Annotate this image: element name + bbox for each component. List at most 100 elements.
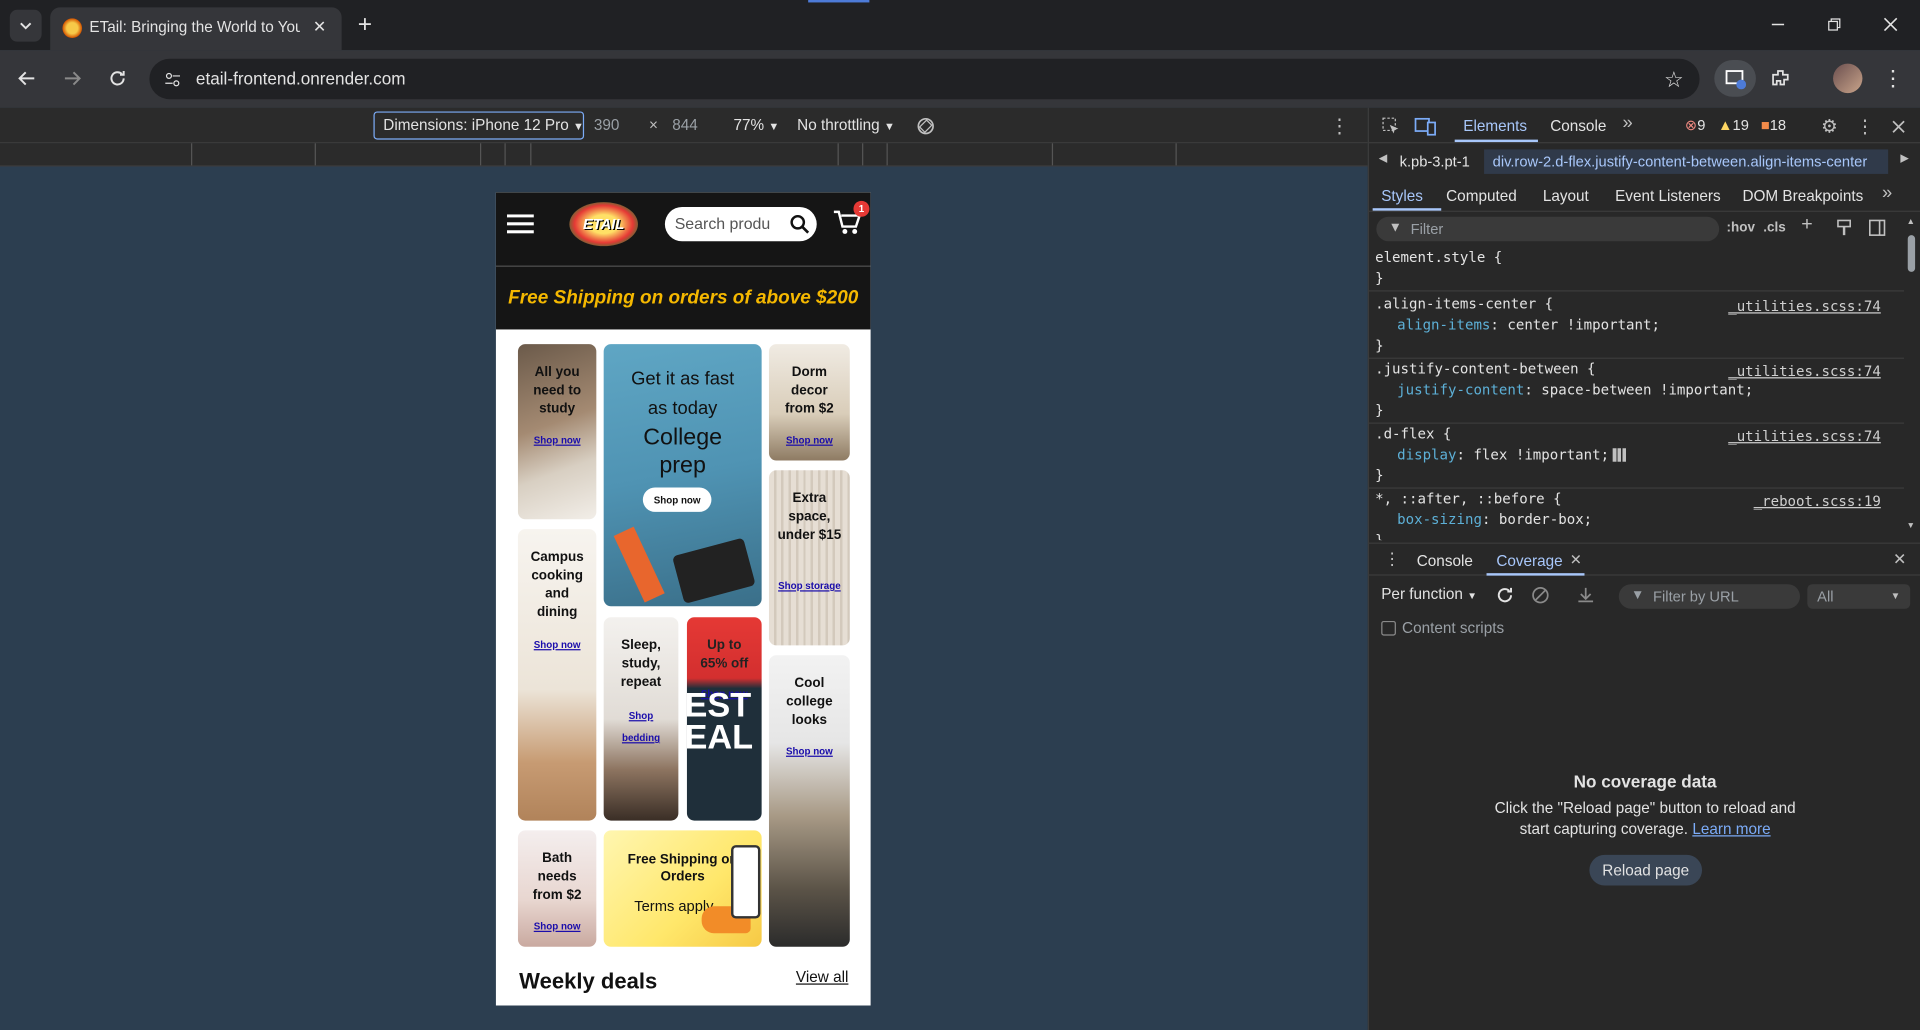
- close-window-icon[interactable]: [1873, 10, 1907, 39]
- rule-source-link[interactable]: _utilities.scss:74: [1728, 363, 1881, 380]
- hamburger-menu-icon[interactable]: [506, 209, 535, 238]
- export-coverage-icon[interactable]: [1573, 583, 1597, 607]
- back-icon[interactable]: [12, 64, 41, 93]
- subtab-styles[interactable]: Styles: [1381, 187, 1423, 204]
- promo-card-study[interactable]: All you need to study Shop now: [517, 344, 597, 520]
- forward-icon[interactable]: [58, 64, 87, 93]
- breadcrumb-left-arrow-icon[interactable]: ◀: [1379, 152, 1387, 165]
- sidebar-toggle-icon[interactable]: [1867, 218, 1887, 238]
- width-input[interactable]: 390: [594, 116, 620, 133]
- drawer-menu-icon[interactable]: ⋮: [1384, 549, 1401, 570]
- device-toggle-icon[interactable]: [1413, 114, 1437, 138]
- site-logo[interactable]: ETAIL: [569, 202, 638, 247]
- promo-link[interactable]: Shop now: [518, 639, 596, 650]
- more-tabs-icon[interactable]: »: [1622, 113, 1632, 134]
- bookmark-star-icon[interactable]: ☆: [1660, 66, 1687, 93]
- subtab-event-listeners[interactable]: Event Listeners: [1615, 187, 1721, 204]
- new-rule-icon[interactable]: +: [1801, 214, 1812, 236]
- promo-link[interactable]: Shop now: [518, 921, 596, 932]
- promo-link[interactable]: Shop now: [518, 435, 596, 446]
- promo-link[interactable]: Shop bedding: [604, 705, 679, 749]
- breadcrumb-current[interactable]: div.row-2.d-flex.justify-content-between…: [1484, 149, 1889, 174]
- warning-count[interactable]: ▲19: [1718, 116, 1749, 133]
- promo-card-dorm[interactable]: Dorm decor from $2 Shop now: [768, 344, 850, 461]
- profile-avatar[interactable]: [1833, 63, 1863, 94]
- close-coverage-icon[interactable]: ✕: [1570, 551, 1582, 568]
- close-drawer-icon[interactable]: ✕: [1893, 550, 1906, 570]
- hov-toggle[interactable]: :hov: [1727, 220, 1755, 235]
- extension-active-icon[interactable]: [1714, 60, 1756, 97]
- reload-icon[interactable]: [103, 64, 132, 93]
- promo-card-storage[interactable]: Extra space, under $15 Shop storage: [768, 470, 850, 646]
- rotate-icon[interactable]: [913, 114, 937, 138]
- paint-brush-icon[interactable]: [1834, 218, 1854, 238]
- styles-filter[interactable]: ▼ Filter: [1376, 216, 1720, 242]
- height-input[interactable]: 844: [672, 116, 698, 133]
- device-select[interactable]: Dimensions: iPhone 12 Pro ▼: [373, 111, 585, 140]
- promo-link[interactable]: Shop now: [769, 435, 850, 446]
- error-count[interactable]: ⊗9: [1685, 116, 1706, 133]
- rule-declaration[interactable]: display: flex !important;: [1397, 446, 1628, 463]
- cls-toggle[interactable]: .cls: [1763, 220, 1785, 235]
- rule-source-link[interactable]: _utilities.scss:74: [1728, 298, 1881, 315]
- zoom-select[interactable]: 77% ▼: [733, 116, 779, 133]
- scroll-up-icon[interactable]: ▲: [1907, 218, 1915, 227]
- inspect-element-icon[interactable]: [1379, 114, 1403, 138]
- address-bar[interactable]: etail-frontend.onrender.com ☆: [149, 58, 1700, 100]
- promo-card-cool-looks[interactable]: Cool college looks Shop now: [768, 655, 850, 947]
- media-query-ruler[interactable]: [0, 143, 1368, 167]
- learn-more-link[interactable]: Learn more: [1692, 821, 1770, 838]
- extensions-puzzle-icon[interactable]: [1763, 61, 1797, 95]
- promo-card-bath[interactable]: Bath needs from $2 Shop now: [517, 830, 597, 947]
- promo-card-campus[interactable]: Campus cooking and dining Shop now: [517, 529, 597, 821]
- content-scripts-checkbox[interactable]: [1381, 620, 1396, 636]
- filter-by-url-input[interactable]: ▼ Filter by URL: [1618, 584, 1801, 609]
- rule-selector[interactable]: .justify-content-between {: [1375, 360, 1595, 377]
- rule-declaration[interactable]: box-sizing: border-box;: [1397, 511, 1592, 528]
- subtab-computed[interactable]: Computed: [1446, 187, 1517, 204]
- active-tab[interactable]: ETail: Bringing the World to You ✕: [50, 7, 342, 51]
- new-tab-button[interactable]: +: [350, 10, 379, 39]
- subtab-layout[interactable]: Layout: [1543, 187, 1589, 204]
- search-input[interactable]: Search produ: [664, 206, 817, 242]
- device-more-icon[interactable]: ⋮: [1327, 114, 1351, 138]
- rule-source-link[interactable]: _reboot.scss:19: [1754, 492, 1881, 509]
- type-filter-select[interactable]: All ▼: [1807, 584, 1911, 609]
- site-info-icon[interactable]: [160, 67, 184, 91]
- browser-menu-icon[interactable]: ⋮: [1878, 62, 1907, 94]
- tab-console[interactable]: Console: [1550, 118, 1606, 135]
- rule-selector[interactable]: *, ::after, ::before {: [1375, 490, 1562, 507]
- promo-card-college-prep[interactable]: Get it as fast as today College prep Sho…: [603, 344, 762, 607]
- rule-selector[interactable]: element.style {: [1375, 249, 1502, 266]
- promo-card-deal[interactable]: Up to 65% off Shop now EST EAL: [686, 617, 762, 821]
- breadcrumb-prev[interactable]: k.pb-3.pt-1: [1400, 153, 1470, 170]
- close-devtools-icon[interactable]: [1886, 114, 1910, 138]
- rule-selector[interactable]: .align-items-center {: [1375, 295, 1553, 312]
- scroll-thumb[interactable]: [1907, 235, 1916, 272]
- styles-scrollbar[interactable]: ▲ ▼: [1907, 218, 1916, 536]
- flexbox-editor-icon[interactable]: [1612, 448, 1628, 462]
- view-all-link[interactable]: View all: [796, 969, 848, 986]
- subtab-dom-breakpoints[interactable]: DOM Breakpoints: [1742, 187, 1863, 204]
- scroll-down-icon[interactable]: ▼: [1907, 522, 1915, 531]
- reload-page-button[interactable]: Reload page: [1589, 854, 1703, 886]
- tab-search-icon[interactable]: [9, 9, 42, 42]
- per-function-select[interactable]: Per function ▼: [1381, 585, 1477, 602]
- breadcrumb-right-arrow-icon[interactable]: ▶: [1900, 152, 1908, 165]
- promo-card-free-shipping[interactable]: Free Shipping on Orders Terms apply: [603, 830, 762, 947]
- rule-declaration[interactable]: align-items: center !important;: [1397, 316, 1660, 333]
- tab-elements[interactable]: Elements: [1463, 118, 1527, 135]
- issue-count[interactable]: ■18: [1761, 116, 1786, 133]
- restore-icon[interactable]: [1817, 10, 1851, 39]
- drawer-tab-coverage[interactable]: Coverage: [1496, 552, 1562, 569]
- rule-declaration[interactable]: justify-content: space-between !importan…: [1397, 381, 1753, 398]
- promo-link[interactable]: Shop now: [769, 746, 850, 757]
- promo-card-sleep[interactable]: Sleep, study, repeat Shop bedding: [603, 617, 679, 821]
- throttling-select[interactable]: No throttling ▼: [797, 116, 895, 133]
- more-subtabs-icon[interactable]: »: [1882, 182, 1892, 203]
- promo-link[interactable]: Shop storage: [769, 581, 850, 592]
- search-icon[interactable]: [787, 212, 811, 236]
- close-tab-icon[interactable]: ✕: [307, 15, 331, 39]
- settings-gear-icon[interactable]: ⚙: [1817, 114, 1841, 138]
- minimize-icon[interactable]: [1761, 10, 1795, 39]
